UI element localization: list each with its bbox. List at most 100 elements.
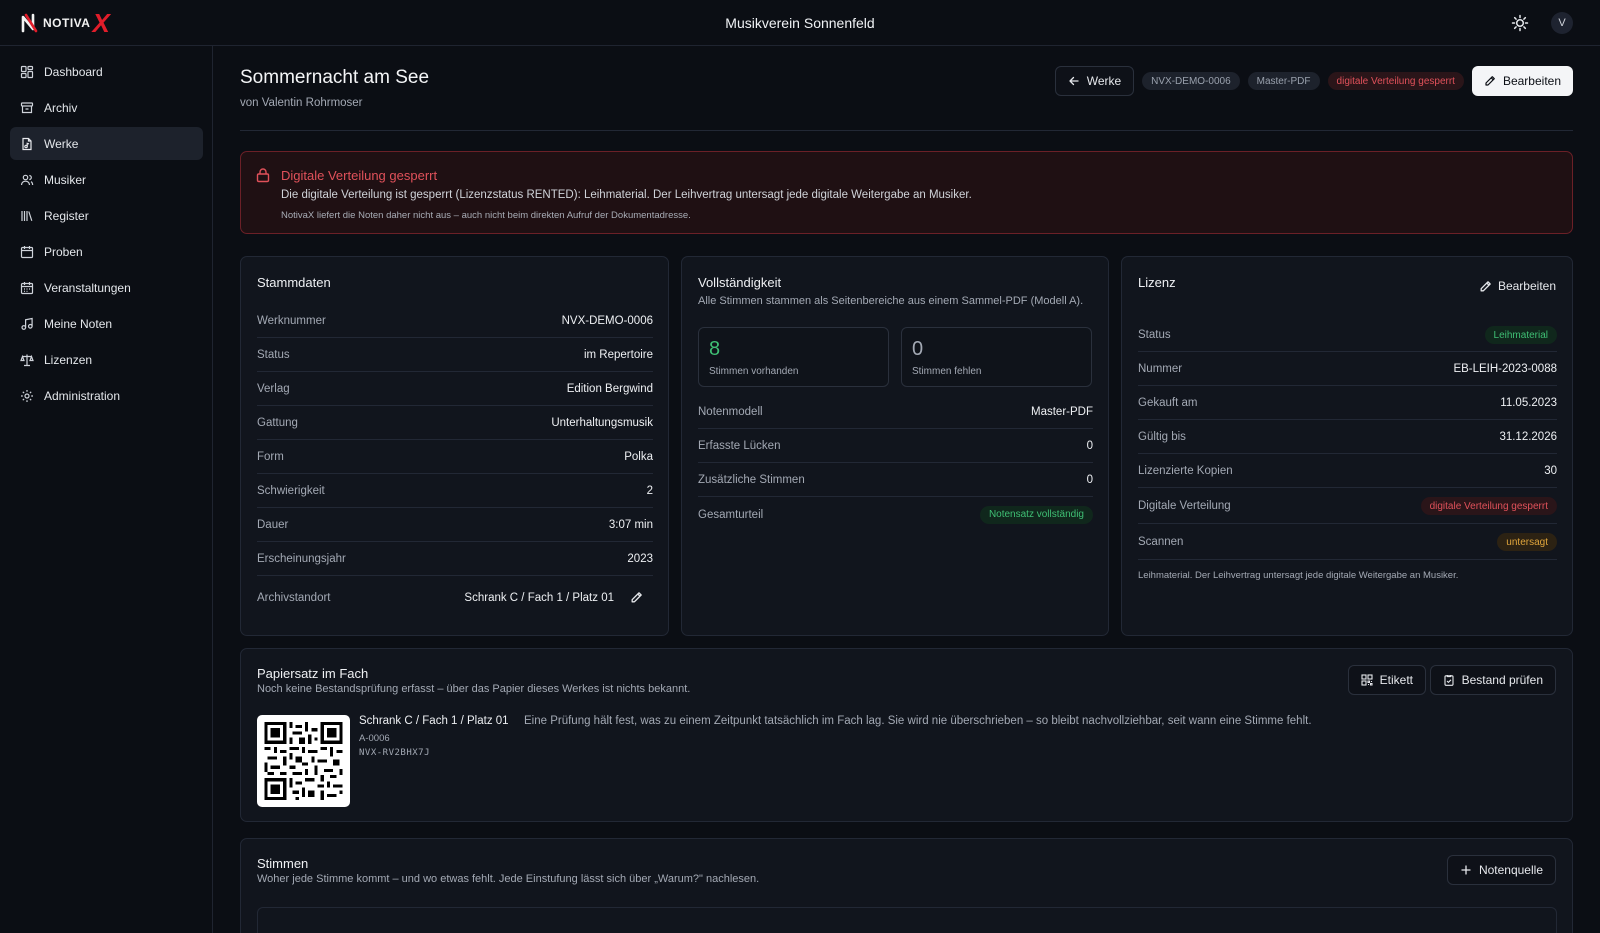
card-title: Lizenz	[1138, 275, 1176, 290]
kv-key: Scannen	[1138, 536, 1184, 548]
kv-value: 30	[1544, 465, 1557, 477]
header-divider	[240, 130, 1573, 131]
sidebar-item-label: Administration	[44, 388, 121, 403]
distribution-badge: digitale Verteilung gesperrt	[1420, 497, 1557, 515]
sidebar-item-lizenzen[interactable]: Lizenzen	[10, 343, 203, 376]
pencil-icon	[631, 592, 642, 603]
user-avatar[interactable]: V	[1551, 12, 1573, 34]
kv-row: Gattung Unterhaltungsmusik	[257, 407, 653, 440]
distribution-locked-chip: digitale Verteilung gesperrt	[1327, 72, 1464, 90]
works-icon	[22, 137, 32, 150]
qr-code	[257, 715, 350, 807]
card-title: Stammdaten	[257, 275, 331, 290]
kv-key: Form	[257, 451, 284, 463]
sidebar-item-label: Musiker	[44, 172, 87, 187]
check-stock-button-text: Bestand prüfen	[1461, 673, 1543, 687]
sidebar-item-label: Werke	[44, 136, 79, 151]
archive-icon	[20, 101, 34, 113]
kv-row: Schwierigkeit 2	[257, 475, 653, 508]
parts-card: Stimmen Woher jede Stimme kommt – und wo…	[240, 838, 1573, 933]
edit-button-label: Bearbeiten	[1502, 74, 1561, 88]
arrow-left-icon	[1069, 76, 1079, 86]
kv-row: Digitale Verteilung digitale Verteilung g…	[1138, 489, 1557, 524]
dashboard-icon	[20, 65, 34, 78]
distribution-locked-alert: Digitale Verteilung gesperrt Die digital…	[240, 151, 1573, 234]
add-source-button[interactable]: Notenquelle	[1446, 855, 1556, 885]
main-content: Sommernacht am See von Valentin Rohrmose…	[213, 46, 1600, 933]
music-icon	[21, 317, 33, 330]
kv-row: Gesamturteil Notensatz vollständig	[698, 498, 1093, 531]
kv-key: Archivstandort	[257, 591, 331, 604]
kv-row: Nummer EB-LEIH-2023-0088	[1138, 353, 1557, 386]
model-chip: Master-PDF	[1247, 72, 1320, 90]
kv-row: Erscheinungsjahr 2023	[257, 543, 653, 576]
card-subtitle: Noch keine Bestandsprüfung erfasst – übe…	[257, 683, 691, 695]
kv-row: Lizenzierte Kopien 30	[1138, 455, 1557, 488]
kv-key: Gültig bis	[1138, 431, 1186, 443]
sidebar-item-proben[interactable]: Proben	[10, 235, 203, 268]
kv-key: Schwierigkeit	[257, 485, 325, 497]
kv-value: EB-LEIH-2023-0088	[1453, 363, 1557, 375]
kv-key: Verlag	[257, 383, 290, 395]
kv-key: Status	[1138, 329, 1171, 341]
kv-row: Gekauft am 11.05.2023	[1138, 387, 1557, 420]
kv-key: Lizenzierte Kopien	[1138, 465, 1233, 477]
kv-key: Gesamturteil	[698, 508, 764, 521]
sidebar-item-dashboard[interactable]: Dashboard	[10, 55, 203, 88]
kv-value: Polka	[624, 451, 653, 463]
sidebar-item-veranstaltungen[interactable]: Veranstaltungen	[10, 271, 203, 304]
theme-toggle-button[interactable]	[1510, 13, 1530, 33]
back-button-label: Werke	[1086, 74, 1122, 88]
kv-key: Zusätzliche Stimmen	[698, 474, 805, 486]
shelf-description: Eine Prüfung hält fest, was zu einem Zei…	[524, 715, 1312, 727]
license-edit-label: Bearbeiten	[1497, 279, 1556, 293]
kv-row: Status im Repertoire	[257, 339, 653, 372]
edit-location-button[interactable]	[630, 591, 643, 604]
alert-note: NotivaX liefert die Noten daher nicht au…	[281, 210, 691, 221]
lock-icon	[256, 168, 270, 183]
kv-key: Dauer	[257, 519, 289, 531]
stat-label: Stimmen fehlen	[912, 366, 982, 377]
kv-value: NVX-DEMO-0006	[561, 315, 653, 327]
sidebar-item-musiker[interactable]: Musiker	[10, 163, 203, 196]
plus-icon	[1461, 865, 1471, 875]
kv-value: 2	[646, 485, 653, 497]
edit-button[interactable]: Bearbeiten	[1471, 66, 1573, 96]
page-subtitle: von Valentin Rohrmoser	[240, 97, 363, 109]
kv-value: 11.05.2023	[1500, 397, 1557, 409]
license-edit-button[interactable]: Bearbeiten	[1479, 279, 1556, 293]
license-note: Leihmaterial. Der Leihvertrag untersagt …	[1138, 570, 1459, 581]
qr-code-image	[264, 722, 343, 800]
sidebar-item-label: Proben	[44, 244, 83, 259]
parts-missing-stat: 0 Stimmen fehlen	[901, 327, 1092, 387]
gear-icon	[21, 389, 33, 402]
qr-code-icon	[1361, 674, 1373, 686]
sidebar: Dashboard Archiv Werke Musiker Register …	[0, 46, 213, 933]
back-to-works-button[interactable]: Werke	[1054, 66, 1135, 96]
sidebar-item-meine-noten[interactable]: Meine Noten	[10, 307, 203, 340]
card-title: Stimmen	[257, 856, 309, 871]
kv-value: Unterhaltungsmusik	[551, 417, 653, 429]
shelf-location: Schrank C / Fach 1 / Platz 01	[359, 715, 509, 727]
label-button[interactable]: Etikett	[1347, 665, 1426, 695]
check-stock-button[interactable]: Bestand prüfen	[1429, 665, 1556, 695]
kv-row: Verlag Edition Bergwind	[257, 373, 653, 406]
archive-location-value: Schrank C / Fach 1 / Platz 01	[464, 591, 653, 604]
kv-key: Notenmodell	[698, 406, 763, 418]
sidebar-item-werke[interactable]: Werke	[10, 127, 203, 160]
scale-icon	[20, 354, 34, 366]
paper-set-card: Papiersatz im Fach Noch keine Bestandspr…	[240, 648, 1573, 822]
sidebar-item-administration[interactable]: Administration	[10, 379, 203, 412]
license-card: Lizenz Bearbeiten Status Leihmaterial Num…	[1121, 256, 1573, 636]
kv-key: Erscheinungsjahr	[257, 553, 346, 565]
kv-key: Erfasste Lücken	[698, 440, 781, 452]
shelf-code: NVX-RV2BHX7J	[359, 748, 431, 758]
kv-key: Gekauft am	[1138, 397, 1198, 409]
sidebar-item-archiv[interactable]: Archiv	[10, 91, 203, 124]
kv-value: 0	[1086, 440, 1093, 452]
kv-value: 2023	[627, 553, 653, 565]
kv-row: Form Polka	[257, 441, 653, 474]
completeness-card: Vollständigkeit Alle Stimmen stammen als…	[681, 256, 1109, 636]
sidebar-item-register[interactable]: Register	[10, 199, 203, 232]
users-icon	[20, 174, 34, 185]
